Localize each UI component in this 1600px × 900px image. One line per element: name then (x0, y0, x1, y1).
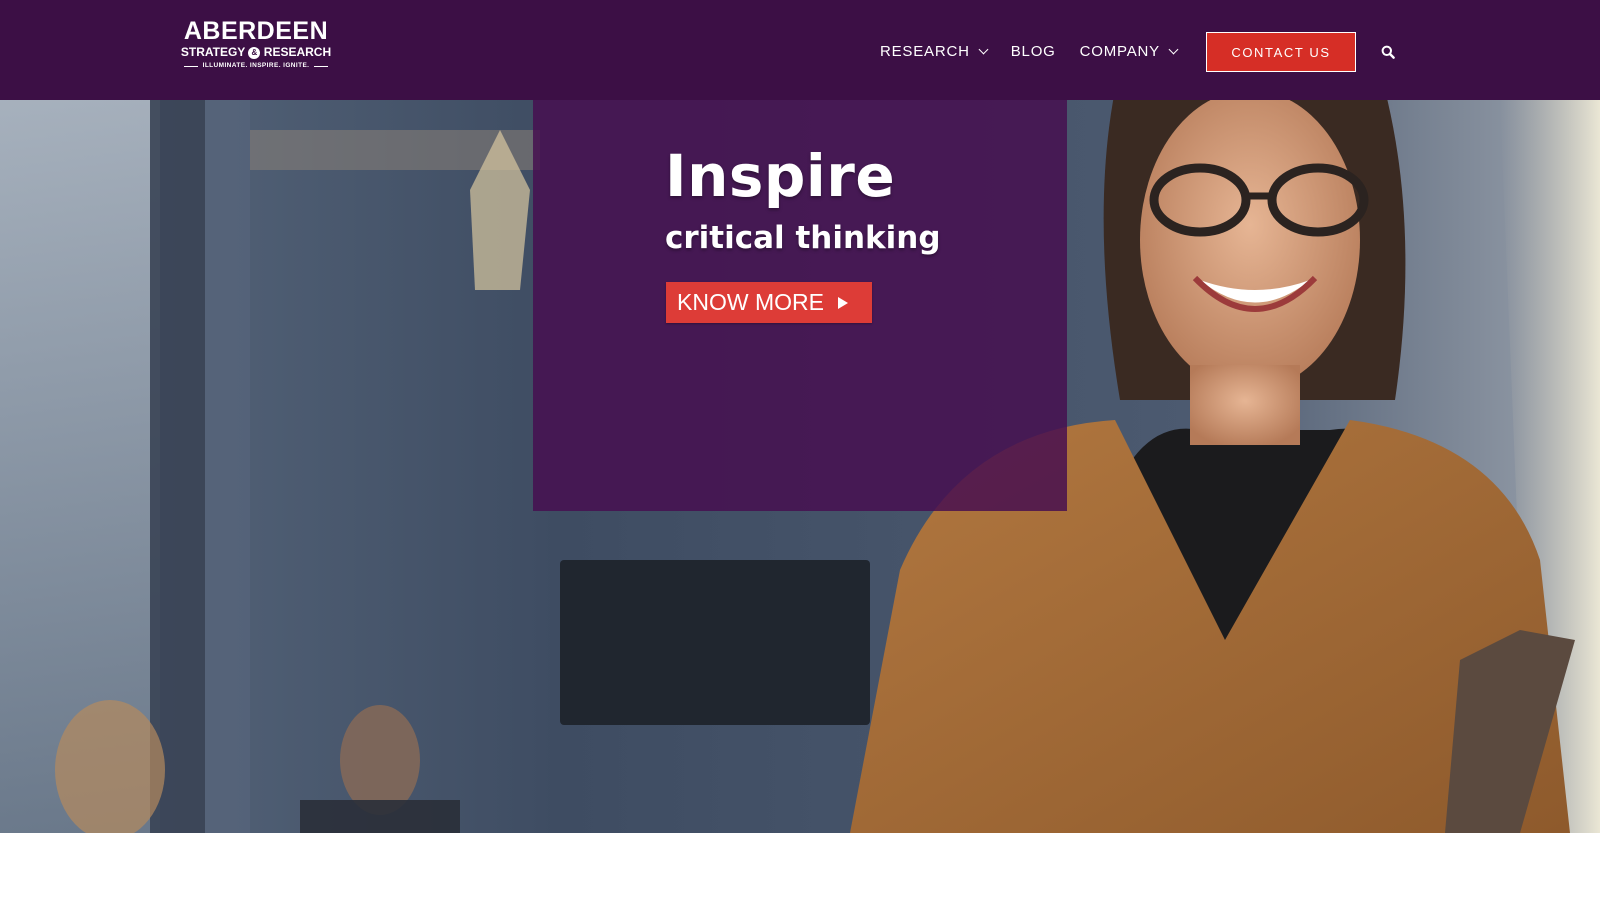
know-more-label: KNOW MORE (677, 289, 824, 315)
logo-subtitle: STRATEGY & RESEARCH (180, 45, 332, 60)
nav-item-blog[interactable]: BLOG (1011, 43, 1056, 60)
logo-tagline: ILLUMINATE. INSPIRE. IGNITE. (202, 62, 310, 69)
logo[interactable]: ABERDEEN STRATEGY & RESEARCH ILLUMINATE.… (180, 18, 332, 74)
logo-name: ABERDEEN (183, 17, 329, 45)
logo-ampersand: & (248, 47, 261, 59)
logo-tagline-row: ILLUMINATE. INSPIRE. IGNITE. (180, 60, 332, 72)
page: ABERDEEN STRATEGY & RESEARCH ILLUMINATE.… (0, 0, 1600, 900)
logo-subtitle-right: RESEARCH (263, 45, 332, 59)
main-nav: RESEARCH BLOG COMPANY (880, 40, 1179, 62)
hero-title: Inspire (665, 142, 896, 210)
nav-company-label: COMPANY (1079, 42, 1160, 60)
hero-subtitle: critical thinking (665, 220, 941, 256)
tagline-rule-right (314, 65, 329, 67)
know-more-button[interactable]: KNOW MORE (666, 282, 872, 323)
site-header: ABERDEEN STRATEGY & RESEARCH ILLUMINATE.… (0, 0, 1600, 100)
chevron-down-icon (1168, 44, 1179, 54)
chevron-down-icon (978, 44, 989, 54)
nav-item-research[interactable]: RESEARCH (880, 42, 989, 60)
nav-blog-label: BLOG (1010, 42, 1056, 60)
contact-us-button[interactable]: CONTACT US (1206, 32, 1356, 72)
tagline-rule-left (183, 65, 198, 67)
search-icon-graphic (1381, 45, 1395, 59)
content-area (0, 833, 1600, 900)
logo-subtitle-left: STRATEGY (180, 45, 246, 59)
nav-item-company[interactable]: COMPANY (1079, 42, 1179, 60)
play-arrow-icon (837, 296, 848, 309)
nav-research-label: RESEARCH (880, 42, 970, 60)
search-icon[interactable] (1381, 45, 1395, 59)
